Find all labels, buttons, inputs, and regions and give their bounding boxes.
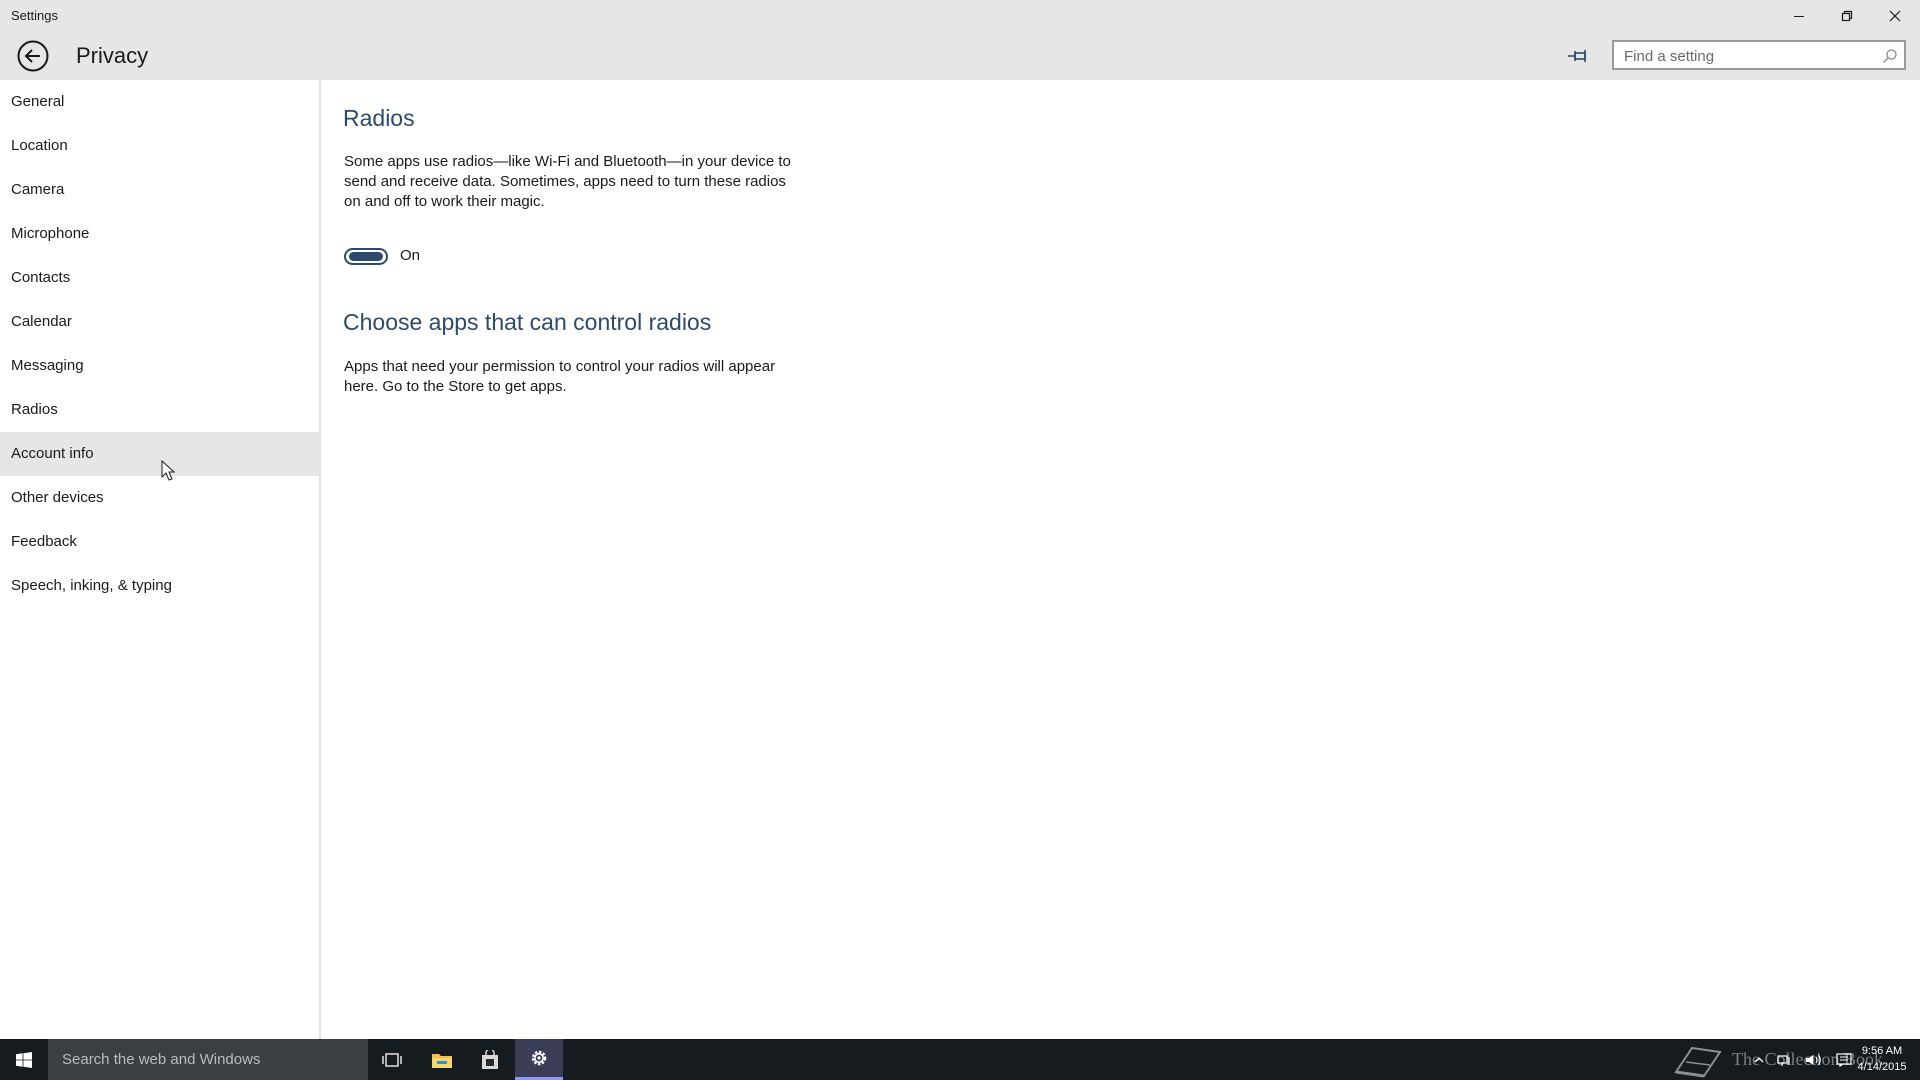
- gear-icon: [531, 1050, 547, 1066]
- pin-icon: [1568, 50, 1586, 62]
- window-title: Settings: [11, 8, 58, 23]
- privacy-sidebar: General Location Camera Microphone Conta…: [0, 80, 321, 1039]
- section-title-choose-apps: Choose apps that can control radios: [343, 309, 712, 335]
- task-view-button[interactable]: [368, 1039, 416, 1080]
- sidebar-item-calendar[interactable]: Calendar: [0, 300, 319, 344]
- sidebar-item-other-devices[interactable]: Other devices: [0, 476, 319, 520]
- pin-to-start-button[interactable]: [1564, 44, 1592, 68]
- radios-toggle-switch[interactable]: [344, 248, 388, 265]
- restore-icon: [1841, 10, 1853, 21]
- settings-window: Settings Privacy Find a setting General …: [0, 0, 1920, 1080]
- back-button[interactable]: [16, 39, 50, 73]
- choose-apps-description: Apps that need your permission to contro…: [344, 358, 776, 395]
- sidebar-item-location[interactable]: Location: [0, 124, 319, 168]
- settings-search-input[interactable]: [1622, 45, 1876, 67]
- task-view-icon: [382, 1052, 402, 1067]
- sidebar-item-microphone[interactable]: Microphone: [0, 212, 319, 256]
- page-header: Privacy: [0, 31, 1920, 80]
- clock-date: 4/14/2015: [1857, 1061, 1907, 1073]
- title-bar: Settings: [0, 0, 1920, 31]
- page-title: Privacy: [76, 43, 149, 68]
- taskbar-search-box[interactable]: [48, 1039, 368, 1080]
- taskbar: The Collection Book: [0, 1039, 1920, 1080]
- taskbar-store[interactable]: [466, 1039, 514, 1080]
- sidebar-item-radios[interactable]: Radios: [0, 388, 319, 432]
- book-icon: [1674, 1046, 1722, 1077]
- settings-search-box[interactable]: [1612, 40, 1906, 70]
- close-icon: [1889, 10, 1901, 21]
- windows-logo-icon: [16, 1051, 32, 1068]
- action-center-icon[interactable]: [1836, 1052, 1852, 1067]
- start-button[interactable]: [0, 1039, 48, 1080]
- taskbar-search-input[interactable]: [60, 1050, 354, 1069]
- toggle-fill: [349, 252, 383, 261]
- sidebar-item-general[interactable]: General: [0, 80, 319, 124]
- taskbar-settings[interactable]: [515, 1039, 563, 1080]
- chevron-up-icon[interactable]: [1754, 1055, 1764, 1065]
- back-arrow-icon: [17, 40, 49, 72]
- clock-time: 9:56 AM: [1861, 1045, 1903, 1057]
- store-bag-icon: [482, 1049, 498, 1069]
- close-button[interactable]: [1872, 0, 1918, 31]
- taskbar-file-explorer[interactable]: [418, 1039, 466, 1080]
- sidebar-item-contacts[interactable]: Contacts: [0, 256, 319, 300]
- sidebar-item-messaging[interactable]: Messaging: [0, 344, 319, 388]
- network-icon[interactable]: [1777, 1053, 1793, 1067]
- search-icon[interactable]: [1882, 48, 1898, 64]
- sidebar-item-camera[interactable]: Camera: [0, 168, 319, 212]
- system-tray: [1748, 1039, 1858, 1080]
- sidebar-item-feedback[interactable]: Feedback: [0, 520, 319, 564]
- radios-content: Radios Some apps use radios—like Wi-Fi a…: [343, 80, 1883, 1039]
- mouse-cursor-icon: [161, 460, 176, 481]
- minimize-button[interactable]: [1776, 0, 1822, 31]
- volume-icon[interactable]: [1805, 1053, 1823, 1067]
- taskbar-clock[interactable]: 9:56 AM 4/14/2015: [1852, 1043, 1912, 1075]
- minimize-icon: [1794, 15, 1804, 17]
- restore-button[interactable]: [1824, 0, 1870, 31]
- folder-icon: [432, 1053, 452, 1068]
- section-title-radios: Radios: [343, 105, 415, 131]
- sidebar-item-speech-inking-typing[interactable]: Speech, inking, & typing: [0, 564, 319, 608]
- radios-description: Some apps use radios—like Wi-Fi and Blue…: [344, 153, 791, 210]
- sidebar-item-account-info[interactable]: Account info: [0, 432, 319, 476]
- toggle-state-label: On: [400, 247, 421, 264]
